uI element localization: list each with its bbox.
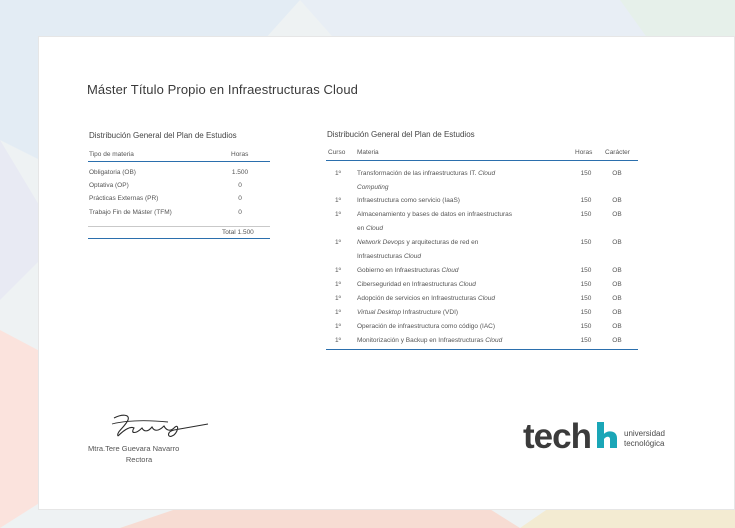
subject-emphasis: Computing [357,183,389,191]
row-character: OB [612,267,622,274]
right-bottom-rule [326,349,638,350]
row-hours: 150 [580,295,592,302]
row-course: 1º [335,197,341,204]
row-hours: 150 [580,309,592,316]
subject-text: y arquitecturas de red en [404,239,479,246]
row-course: 1º [335,211,341,218]
signature-image [111,414,209,437]
row-course: 1º [335,239,341,246]
row-character: OB [612,337,622,344]
row-character: OB [612,323,622,330]
subject-emphasis: Virtual Desktop [357,309,401,316]
left-header-rule [88,161,270,162]
row-course: 1º [335,323,341,330]
subject-text: Monitorización y Backup en Infraestructu… [357,337,486,344]
logo-accent-icon [597,422,617,448]
subject-text: en [357,224,367,232]
logo-line2: tecnológica [624,439,665,448]
subject-text: Infraestructuras [357,252,404,260]
row-hours: 150 [580,267,592,274]
subject-text: Almacenamiento y bases de datos en infra… [357,211,513,218]
subject-emphasis: Network Devops [357,239,405,246]
row-hours: 150 [580,197,592,204]
row-hours: 150 [580,323,592,330]
row-hours: 150 [580,281,592,288]
left-bottom-rule [88,238,270,239]
row-subject-line2: Infraestructuras Cloud [357,250,575,264]
subject-emphasis: Cloud [478,295,496,302]
row-hours: 150 [580,239,592,246]
left-col-type: Tipo de materia [89,151,134,158]
row-character: OB [612,281,622,288]
left-col-hours: Horas [231,151,249,158]
row-subject-line1: Ciberseguridad en Infraestructuras Cloud [357,278,575,292]
row-subject-line1: Gobierno en Infraestructuras Cloud [357,264,575,278]
row-course: 1º [335,281,341,288]
row-subject-line1: Transformación de las infraestructuras I… [357,167,575,181]
signatory-role: Rectora [125,455,153,464]
right-col-subject: Materia [357,149,379,156]
row-course: 1º [335,295,341,302]
signatory-name: Mtra.Tere Guevara Navarro [88,444,180,453]
subject-emphasis: Cloud [485,337,503,344]
left-total: Total 1.500 [222,229,254,236]
row-hours: 1.500 [231,169,249,176]
row-course: 1º [335,309,341,316]
row-subject-line2: Computing [357,181,575,195]
subject-text: Operación de infraestructura como código… [357,323,496,330]
subject-emphasis: Cloud [403,252,421,260]
left-total-rule [88,226,270,227]
row-subject-line1: Network Devops y arquitecturas de red en [357,236,575,250]
row-subject-line1: Operación de infraestructura como código… [357,320,575,334]
right-table-heading: Distribución General del Plan de Estudio… [327,130,475,139]
row-character: OB [612,197,622,204]
row-character: OB [612,295,622,302]
right-col-type: Carácter [605,149,630,156]
subject-text: Ciberseguridad en Infraestructuras [357,281,459,288]
subject-text: Infrastructure (VDI) [400,309,459,316]
row-subject-line1: Almacenamiento y bases de datos en infra… [357,208,575,222]
right-header-rule [326,160,638,161]
row-type: Obligatoria (OB) [89,169,136,176]
right-col-hours: Horas [575,149,593,156]
row-subject-line2: en Cloud [357,222,575,236]
row-hours: 150 [580,337,592,344]
subject-text: Transformación de las infraestructuras I… [357,170,479,177]
row-course: 1º [335,337,341,344]
row-course: 1º [335,170,341,177]
subject-text: Infraestructura como servicio (IaaS) [357,197,460,204]
subject-emphasis: Cloud [458,281,476,288]
row-subject-line1: Infraestructura como servicio (IaaS) [357,194,575,208]
row-hours: 150 [580,170,592,177]
row-character: OB [612,309,622,316]
page-title: Máster Título Propio en Infraestructuras… [87,82,358,97]
row-subject-line1: Monitorización y Backup en Infraestructu… [357,334,575,348]
row-hours: 0 [238,182,242,189]
row-hours: 0 [238,195,242,202]
subject-emphasis: Cloud [366,224,384,232]
right-col-course: Curso [328,149,346,156]
subject-text: Adopción de servicios en Infraestructura… [357,295,479,302]
logo-line1: universidad [624,429,665,438]
logo-text: tech [523,417,592,456]
row-character: OB [612,170,622,177]
row-type: Optativa (OP) [89,182,129,189]
row-hours: 0 [238,209,242,216]
row-course: 1º [335,267,341,274]
row-type: Prácticas Externas (PR) [89,195,159,202]
subject-text: Gobierno en Infraestructuras [357,267,442,274]
row-character: OB [612,211,622,218]
subject-emphasis: Cloud [478,170,496,177]
row-type: Trabajo Fin de Máster (TFM) [89,209,172,216]
subject-emphasis: Cloud [441,267,459,274]
left-table-heading: Distribución General del Plan de Estudio… [89,131,237,140]
row-character: OB [612,239,622,246]
tech-logo: tech [523,417,592,457]
row-subject-line1: Adopción de servicios en Infraestructura… [357,292,575,306]
row-subject-line1: Virtual Desktop Infrastructure (VDI) [357,306,575,320]
row-hours: 150 [580,211,592,218]
